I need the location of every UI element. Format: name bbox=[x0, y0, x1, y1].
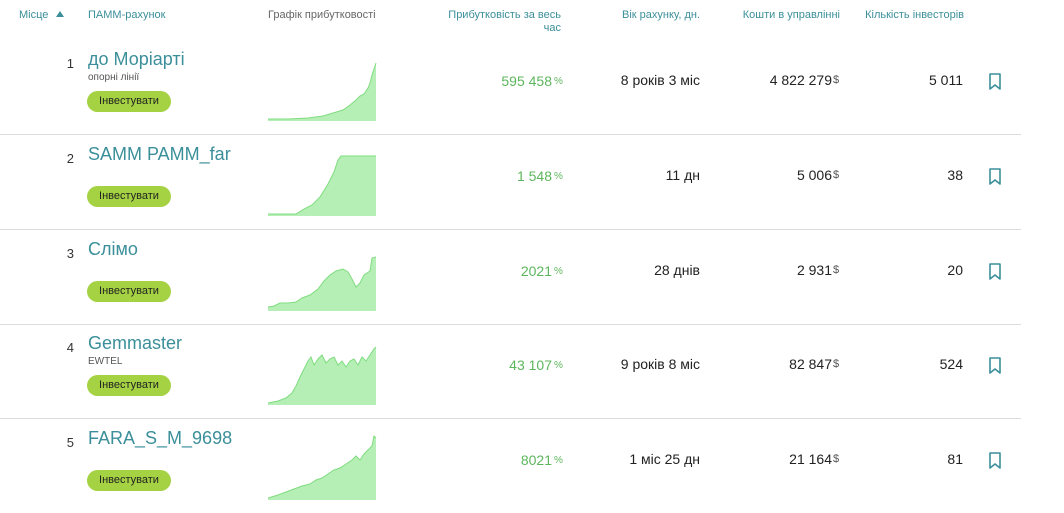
rank-number: 2 bbox=[66, 151, 74, 166]
funds-value: 4 822 279 bbox=[769, 72, 832, 88]
account-age: 1 міс 25 дн bbox=[629, 451, 700, 467]
profit-sparkline bbox=[268, 434, 377, 500]
profit-value: 1 548 bbox=[516, 168, 552, 184]
table-row: 2 SAMM PAMM_far Інвестувати 1 548 % 11 д… bbox=[0, 134, 1021, 230]
investors-count: 81 bbox=[947, 451, 963, 467]
bookmark-icon[interactable] bbox=[988, 168, 1002, 186]
currency-sign: $ bbox=[833, 169, 840, 181]
currency-sign: $ bbox=[833, 74, 840, 86]
account-strategy: EWTEL bbox=[88, 356, 123, 367]
account-age: 9 років 8 міс bbox=[620, 356, 700, 372]
account-name-link[interactable]: до Моріарті bbox=[88, 49, 185, 70]
profit-sparkline bbox=[268, 346, 377, 405]
account-age: 28 днів bbox=[654, 262, 700, 278]
funds-value: 5 006 bbox=[796, 167, 832, 183]
pamm-ratings-table: Місце ПАММ-рахунок Графік прибутковості … bbox=[0, 0, 1064, 507]
account-age: 8 років 3 міс bbox=[620, 72, 700, 88]
funds-column-header[interactable]: Кошти в управлінні bbox=[720, 9, 840, 22]
rank-column-header[interactable]: Місце bbox=[19, 9, 65, 22]
rank-number: 3 bbox=[66, 246, 74, 261]
funds-value: 21 164 bbox=[789, 451, 832, 467]
account-name-link[interactable]: SAMM PAMM_far bbox=[88, 144, 231, 165]
bookmark-icon[interactable] bbox=[988, 73, 1002, 91]
table-header: Місце ПАММ-рахунок Графік прибутковості … bbox=[0, 0, 1064, 44]
account-name-link[interactable]: FARA_S_M_9698 bbox=[88, 428, 232, 449]
invest-button[interactable]: Інвестувати bbox=[87, 470, 171, 491]
table-row: 4 Gemmaster EWTEL Інвестувати 43 107 % 9… bbox=[0, 323, 1021, 419]
rank-number: 1 bbox=[66, 56, 74, 71]
table-row: 1 до Моріарті опорні лінії Інвестувати 5… bbox=[0, 39, 1021, 135]
profit-sparkline bbox=[268, 62, 377, 121]
funds-value: 82 847 bbox=[789, 356, 832, 372]
currency-sign: $ bbox=[833, 453, 840, 465]
bookmark-icon[interactable] bbox=[988, 357, 1002, 375]
invest-button[interactable]: Інвестувати bbox=[87, 186, 171, 207]
account-name-link[interactable]: Слімо bbox=[88, 239, 138, 260]
table-row: 3 Слімо Інвестувати 2021 % 28 днів 2 931… bbox=[0, 229, 1021, 325]
currency-sign: $ bbox=[833, 264, 840, 276]
table-row: 5 FARA_S_M_9698 Інвестувати 8021 % 1 міс… bbox=[0, 418, 1021, 513]
rank-number: 4 bbox=[66, 340, 74, 355]
sort-ascending-icon[interactable] bbox=[56, 11, 65, 17]
profit-value: 8021 bbox=[520, 452, 552, 468]
account-column-header[interactable]: ПАММ-рахунок bbox=[88, 9, 165, 22]
profit-column-header[interactable]: Прибутковість за весь час bbox=[440, 9, 561, 35]
investors-count: 38 bbox=[947, 167, 963, 183]
investors-count: 524 bbox=[939, 356, 963, 372]
invest-button[interactable]: Інвестувати bbox=[87, 91, 171, 112]
profit-sparkline bbox=[268, 155, 376, 216]
rank-number: 5 bbox=[66, 435, 74, 450]
investors-count: 20 bbox=[947, 262, 963, 278]
account-name-link[interactable]: Gemmaster bbox=[88, 333, 182, 354]
investors-column-header[interactable]: Кількість інвесторів bbox=[848, 9, 964, 22]
currency-sign: $ bbox=[833, 358, 840, 370]
account-age: 11 дн bbox=[665, 167, 700, 183]
investors-count: 5 011 bbox=[929, 72, 963, 88]
profit-value: 595 458 bbox=[501, 73, 552, 89]
profit-sparkline bbox=[268, 256, 377, 311]
invest-button[interactable]: Інвестувати bbox=[87, 281, 171, 302]
profit-value: 2021 bbox=[520, 263, 552, 279]
invest-button[interactable]: Інвестувати bbox=[87, 375, 171, 396]
bookmark-icon[interactable] bbox=[988, 263, 1002, 281]
funds-value: 2 931 bbox=[796, 262, 832, 278]
bookmark-icon[interactable] bbox=[988, 452, 1002, 470]
chart-column-header: Графік прибутковості bbox=[268, 9, 376, 21]
account-strategy: опорні лінії bbox=[88, 72, 140, 83]
profit-value: 43 107 bbox=[509, 357, 552, 373]
age-column-header[interactable]: Вік рахунку, дн. bbox=[560, 9, 700, 22]
